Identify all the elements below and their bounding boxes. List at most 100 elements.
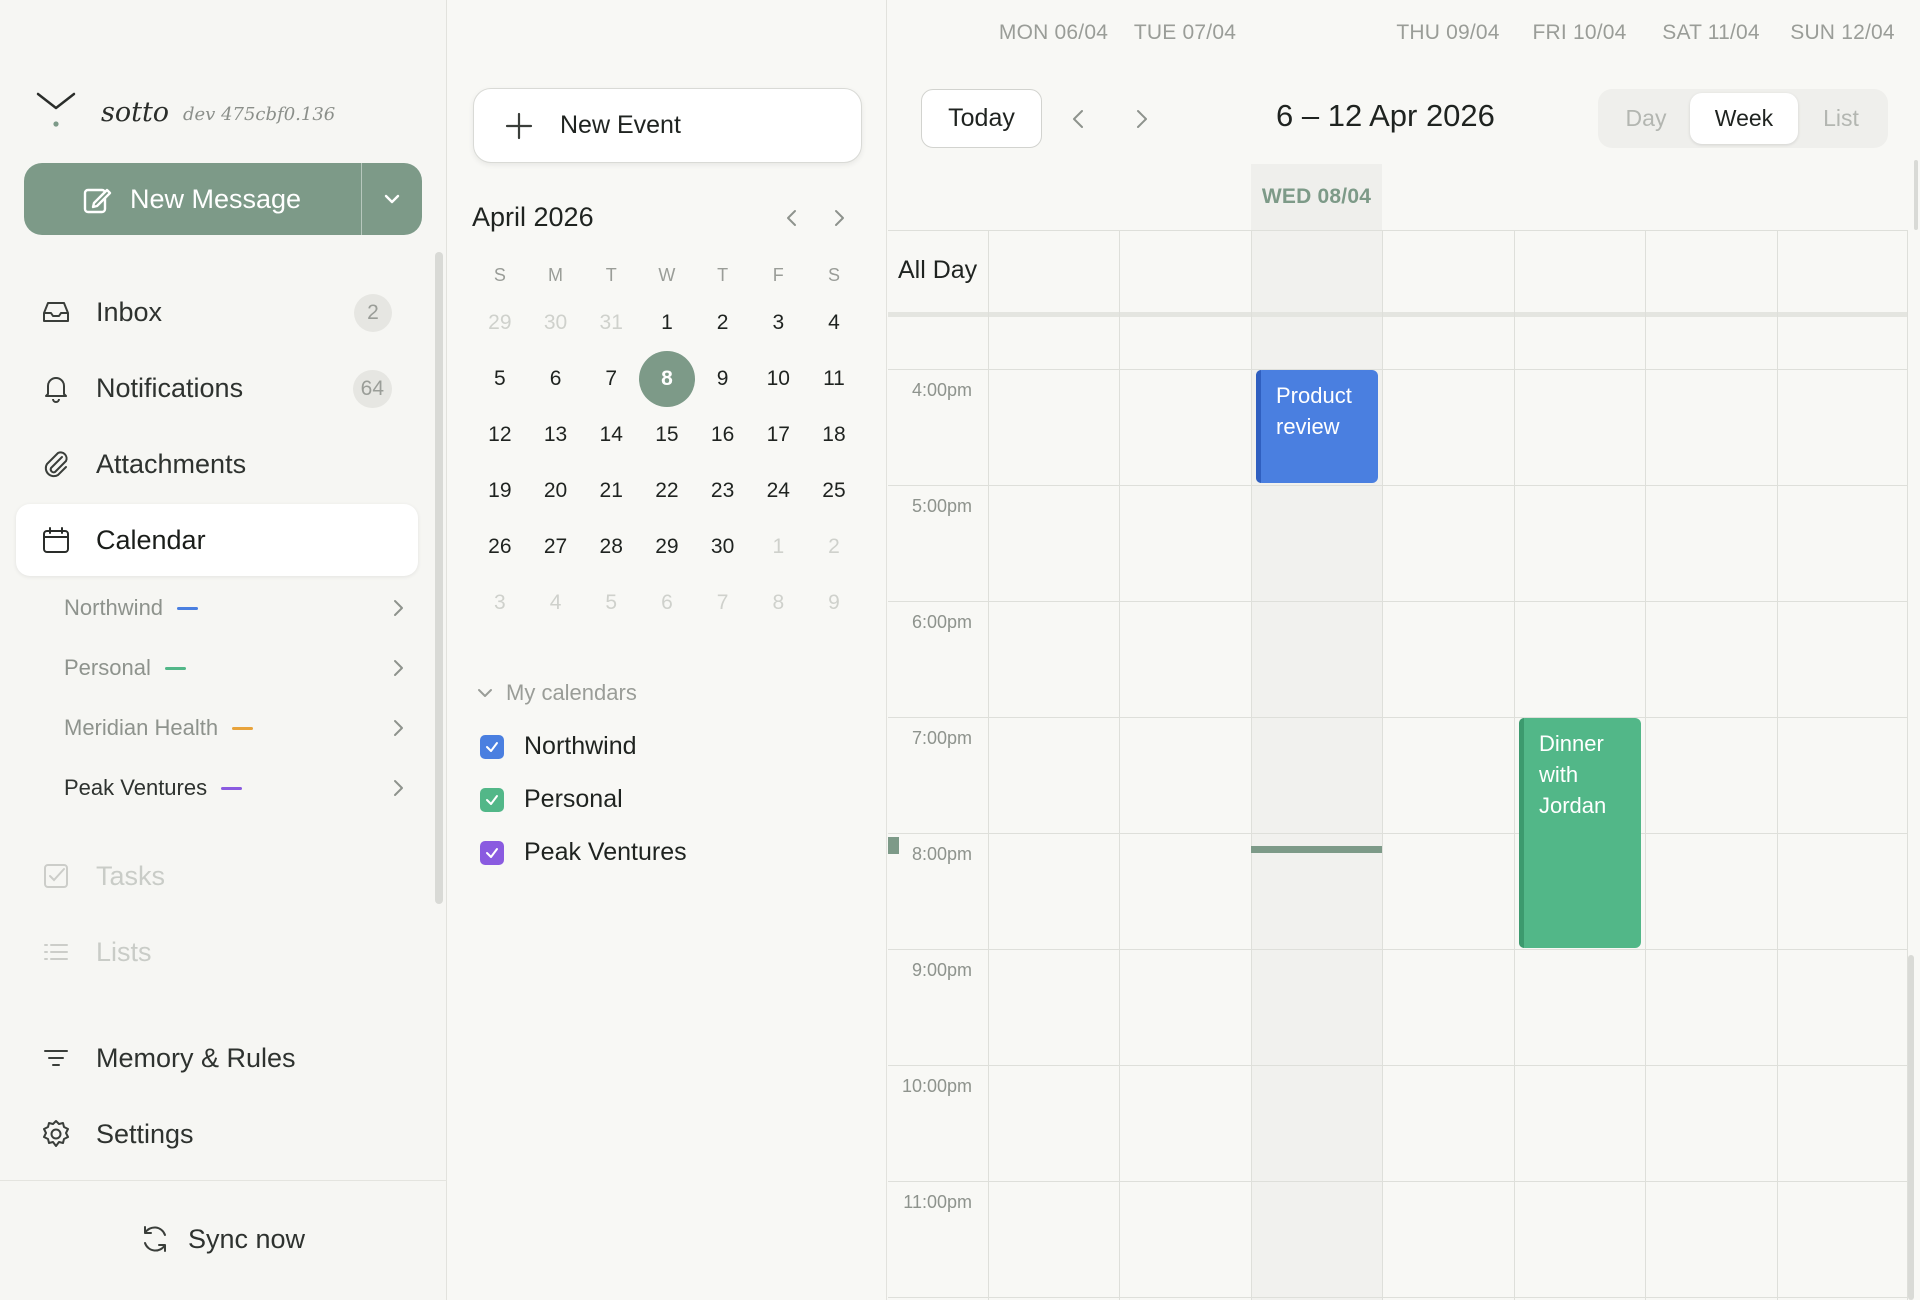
calendar-toggle-peak-ventures[interactable]: Peak Ventures: [480, 838, 687, 867]
mini-calendar-day[interactable]: 29: [639, 519, 695, 575]
weekday-label: W: [658, 264, 676, 285]
mini-calendar-day[interactable]: 2: [806, 519, 862, 575]
nav-tasks[interactable]: Tasks: [16, 840, 418, 912]
mini-calendar-day[interactable]: 17: [750, 407, 806, 463]
mini-calendar-day[interactable]: 11: [806, 351, 862, 407]
checkbox[interactable]: [480, 734, 504, 759]
mini-calendar-day[interactable]: 6: [528, 351, 584, 407]
day-header[interactable]: THU 09/04: [1382, 0, 1514, 66]
mini-calendar-day[interactable]: 28: [583, 519, 639, 575]
mini-calendar-day[interactable]: 24: [750, 463, 806, 519]
calendar-account-peak-ventures[interactable]: Peak Ventures: [32, 760, 412, 816]
mini-calendar-day[interactable]: 5: [583, 575, 639, 631]
calendar-account-meridian-health[interactable]: Meridian Health: [32, 700, 412, 756]
mini-calendar-day[interactable]: 25: [806, 463, 862, 519]
mini-calendar-day[interactable]: 26: [472, 519, 528, 575]
app-logo[interactable]: [36, 90, 76, 130]
day-number: 16: [710, 423, 735, 446]
mini-calendar-day[interactable]: 20: [528, 463, 584, 519]
mini-calendar-day[interactable]: 10: [750, 351, 806, 407]
day-header[interactable]: SAT 11/04: [1645, 0, 1777, 66]
calendar-account-northwind[interactable]: Northwind: [32, 580, 412, 636]
sidebar-scrollbar[interactable]: [435, 252, 443, 904]
mini-calendar-day[interactable]: 18: [806, 407, 862, 463]
mini-calendar-day[interactable]: 27: [528, 519, 584, 575]
account-label: Peak Ventures: [64, 775, 208, 800]
grid-line: [1514, 230, 1515, 1300]
nav-attachments-label: Attachments: [96, 448, 247, 479]
mini-calendar-day[interactable]: 30: [528, 295, 584, 351]
mini-calendar-day[interactable]: 8: [750, 575, 806, 631]
compose-options-button[interactable]: [361, 163, 422, 235]
mini-calendar-day[interactable]: 5: [472, 351, 528, 407]
new-message-button[interactable]: New Message: [24, 163, 361, 235]
view-week-tab[interactable]: Week: [1690, 93, 1798, 144]
mini-calendar-day[interactable]: 21: [583, 463, 639, 519]
mini-calendar-next-icon[interactable]: [825, 204, 853, 232]
mini-calendar-day[interactable]: 1: [639, 295, 695, 351]
nav-attachments[interactable]: Attachments: [16, 428, 418, 500]
day-number: 2: [716, 311, 729, 334]
mini-calendar-day[interactable]: 4: [528, 575, 584, 631]
mini-calendar-day[interactable]: 7: [695, 575, 751, 631]
check-icon: [486, 794, 498, 805]
mini-calendar-day[interactable]: 31: [583, 295, 639, 351]
today-button[interactable]: Today: [921, 89, 1042, 148]
day-header[interactable]: SUN 12/04: [1777, 0, 1908, 66]
mini-calendar-day[interactable]: 15: [639, 407, 695, 463]
mini-calendar-day[interactable]: 2: [695, 295, 751, 351]
calendar-toggle-label: Peak Ventures: [524, 838, 687, 866]
mini-calendar-day[interactable]: 22: [639, 463, 695, 519]
calendar-toggle-label: Northwind: [524, 732, 637, 760]
calendar-toggle-personal[interactable]: Personal: [480, 785, 623, 814]
current-time-line: [1251, 846, 1382, 853]
mini-calendar-day[interactable]: 19: [472, 463, 528, 519]
day-header[interactable]: FRI 10/04: [1514, 0, 1645, 66]
event-product-review[interactable]: Product review: [1256, 370, 1378, 483]
mini-calendar-prev-icon[interactable]: [778, 204, 806, 232]
mini-calendar-day[interactable]: 3: [750, 295, 806, 351]
checkbox[interactable]: [480, 840, 504, 865]
sync-now-button[interactable]: Sync now: [138, 1222, 305, 1256]
nav-calendar[interactable]: Calendar: [16, 504, 418, 576]
calendar-account-personal[interactable]: Personal: [32, 640, 412, 696]
mini-calendar-day[interactable]: 9: [806, 575, 862, 631]
calendar-toggle-northwind[interactable]: Northwind: [480, 732, 637, 761]
header-scrollbar[interactable]: [1914, 160, 1918, 230]
mini-calendar-day[interactable]: 13: [528, 407, 584, 463]
mini-calendar-day[interactable]: 1: [750, 519, 806, 575]
previous-week-icon[interactable]: [1064, 104, 1094, 134]
day-header-today[interactable]: WED 08/04: [1251, 164, 1382, 230]
mini-calendar-day[interactable]: 29: [472, 295, 528, 351]
view-day-tab[interactable]: Day: [1602, 93, 1690, 144]
mini-calendar-day[interactable]: 3: [472, 575, 528, 631]
next-week-icon[interactable]: [1126, 104, 1156, 134]
nav-notifications[interactable]: Notifications 64: [16, 352, 418, 424]
event-dinner-with-jordan[interactable]: Dinner with Jordan: [1519, 718, 1641, 948]
view-list-tab[interactable]: List: [1798, 93, 1884, 144]
mini-calendar-day[interactable]: 4: [806, 295, 862, 351]
mini-calendar-day[interactable]: 12: [472, 407, 528, 463]
mini-calendar-day[interactable]: 8: [639, 351, 695, 407]
nav-inbox[interactable]: Inbox 2: [16, 276, 418, 348]
new-event-button[interactable]: New Event: [473, 88, 862, 163]
nav-lists[interactable]: Lists: [16, 916, 418, 988]
mini-calendar-week-row: 12 13 14 15 16 17 18: [472, 407, 862, 463]
nav-memory-rules[interactable]: Memory & Rules: [16, 1022, 418, 1094]
mini-calendar-day[interactable]: 16: [695, 407, 751, 463]
checkbox-icon: [44, 864, 68, 888]
mini-calendar-day[interactable]: 6: [639, 575, 695, 631]
my-calendars-toggle[interactable]: My calendars: [474, 680, 637, 706]
day-header[interactable]: TUE 07/04: [1119, 0, 1251, 66]
calendar-toggle-label: Personal: [524, 785, 623, 813]
account-color-swatch: [221, 786, 243, 790]
mini-calendar-day[interactable]: 23: [695, 463, 751, 519]
nav-settings[interactable]: Settings: [16, 1098, 418, 1170]
day-header[interactable]: MON 06/04: [988, 0, 1119, 66]
mini-calendar-day[interactable]: 9: [695, 351, 751, 407]
mini-calendar-day[interactable]: 7: [583, 351, 639, 407]
grid-scrollbar[interactable]: [1908, 955, 1914, 1300]
mini-calendar-day[interactable]: 14: [583, 407, 639, 463]
mini-calendar-day[interactable]: 30: [695, 519, 751, 575]
checkbox[interactable]: [480, 787, 504, 812]
